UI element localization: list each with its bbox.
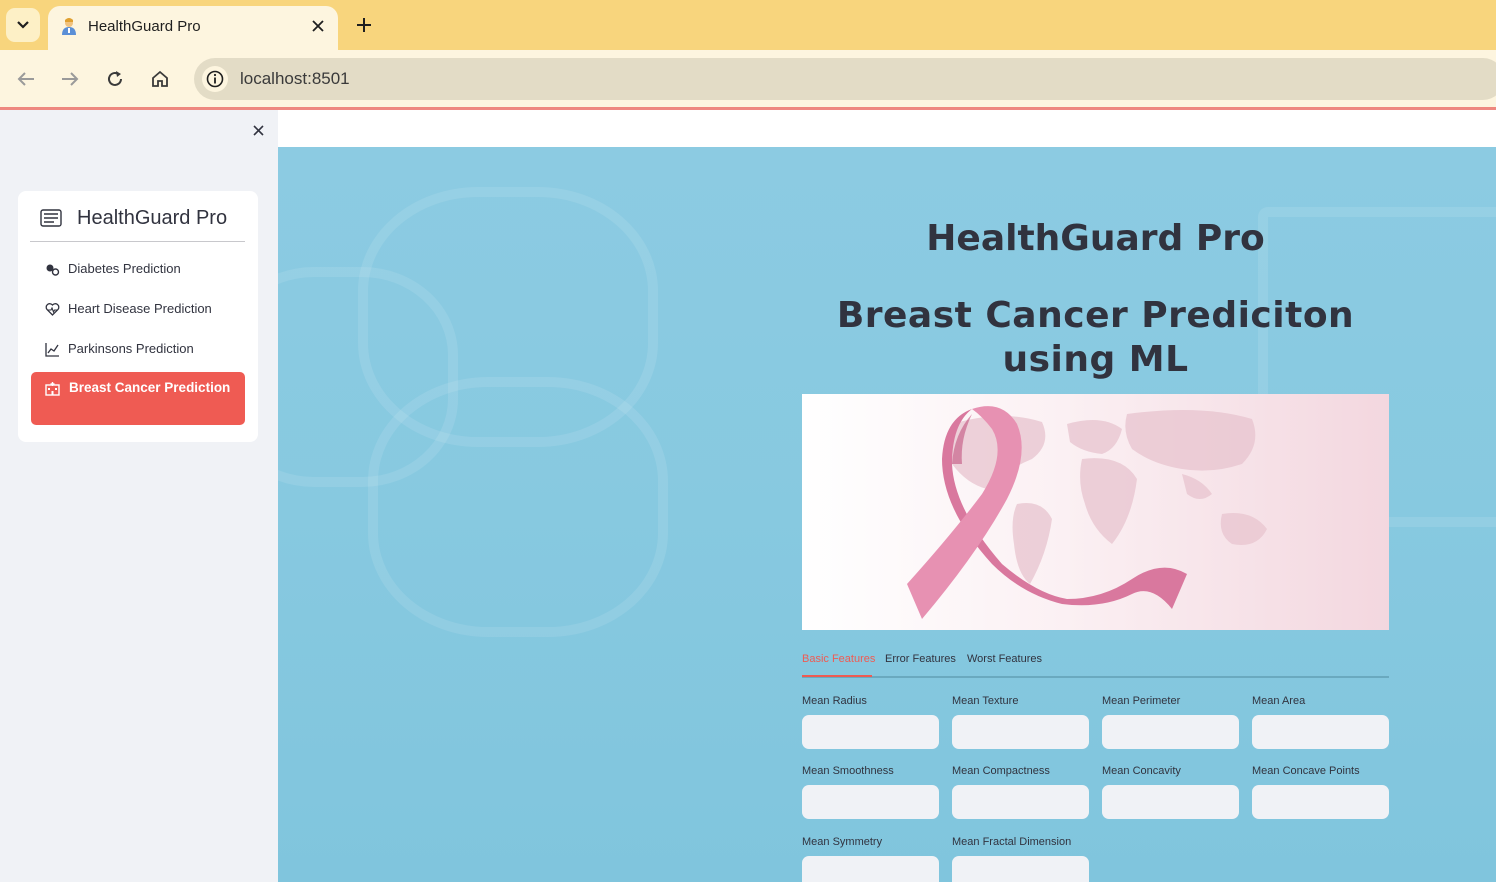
mean-concavity-input[interactable]: [1102, 785, 1239, 819]
graph-up-icon: [45, 343, 59, 357]
site-info-button[interactable]: [202, 66, 228, 92]
reload-button[interactable]: [102, 66, 128, 92]
sidebar-item-label: Breast Cancer Prediction: [69, 380, 231, 395]
close-icon: [252, 124, 264, 136]
doctor-favicon-icon: [62, 18, 76, 35]
activity-icon: [46, 264, 60, 276]
address-bar[interactable]: localhost:8501: [194, 58, 1496, 100]
field-label-mean-texture: Mean Texture: [952, 695, 1019, 707]
sidebar-item-heart-disease[interactable]: Heart Disease Prediction: [31, 291, 245, 327]
arrow-left-icon: [17, 72, 34, 86]
back-button[interactable]: [13, 66, 39, 92]
tab-search-button[interactable]: [6, 8, 40, 42]
mean-perimeter-input[interactable]: [1102, 715, 1239, 749]
mean-smoothness-input[interactable]: [802, 785, 939, 819]
sidebar-item-label: Heart Disease Prediction: [68, 301, 212, 316]
sidebar-item-diabetes[interactable]: Diabetes Prediction: [31, 251, 245, 287]
pink-ribbon-world-map-illustration: [907, 406, 1267, 619]
sidebar-item-breast-cancer[interactable]: Breast Cancer Prediction: [31, 372, 245, 425]
heart-pulse-icon: [45, 303, 60, 316]
mean-concave-points-input[interactable]: [1252, 785, 1389, 819]
sidebar-item-label: Parkinsons Prediction: [68, 341, 194, 356]
mean-compactness-input[interactable]: [952, 785, 1089, 819]
page-subtitle: Breast Cancer Prediciton using ML: [836, 295, 1355, 380]
arrow-right-icon: [62, 72, 79, 86]
mean-area-input[interactable]: [1252, 715, 1389, 749]
plus-icon: [357, 18, 371, 32]
option-menu: HealthGuard Pro Diabetes Prediction Hear…: [18, 191, 258, 442]
sidebar-item-parkinsons[interactable]: Parkinsons Prediction: [31, 331, 245, 367]
home-button[interactable]: [147, 66, 173, 92]
hero-image: [802, 394, 1389, 630]
forward-button[interactable]: [57, 66, 83, 92]
field-label-mean-smoothness: Mean Smoothness: [802, 765, 894, 777]
browser-tab-bar: HealthGuard Pro: [0, 0, 1496, 50]
tab-title: HealthGuard Pro: [88, 18, 201, 35]
url-text: localhost:8501: [240, 69, 350, 88]
field-label-mean-perimeter: Mean Perimeter: [1102, 695, 1181, 707]
tab-error-features[interactable]: Error Features: [885, 653, 956, 665]
chevron-down-icon: [17, 21, 29, 29]
tab-basic-features[interactable]: Basic Features: [802, 653, 875, 665]
info-icon: [206, 70, 224, 88]
close-icon: [312, 20, 324, 32]
field-label-mean-symmetry: Mean Symmetry: [802, 836, 883, 848]
mean-symmetry-input[interactable]: [802, 856, 939, 882]
sidebar-close-button[interactable]: [248, 120, 268, 140]
feature-tabs: Basic Features Error Features Worst Feat…: [802, 648, 1389, 678]
mean-texture-input[interactable]: [952, 715, 1089, 749]
field-label-mean-concavity: Mean Concavity: [1102, 765, 1181, 777]
background-hexagon: [278, 267, 458, 487]
sidebar: HealthGuard Pro Diabetes Prediction Hear…: [0, 110, 278, 882]
active-tab-indicator: [802, 675, 872, 677]
new-tab-button[interactable]: [352, 13, 376, 37]
mean-radius-input[interactable]: [802, 715, 939, 749]
field-label-mean-fractal-dimension: Mean Fractal Dimension: [952, 836, 1072, 848]
field-label-mean-concave-points: Mean Concave Points: [1252, 765, 1360, 777]
sidebar-item-label: Diabetes Prediction: [68, 261, 181, 276]
mean-fractal-dimension-input[interactable]: [952, 856, 1089, 882]
tab-close-button[interactable]: [308, 16, 328, 36]
menu-list-icon: [40, 209, 62, 227]
field-label-mean-radius: Mean Radius: [802, 695, 867, 707]
field-label-mean-compactness: Mean Compactness: [952, 765, 1050, 777]
browser-toolbar: localhost:8501: [0, 50, 1496, 108]
page-title: HealthGuard Pro: [926, 218, 1265, 259]
menu-title: HealthGuard Pro: [77, 207, 228, 229]
menu-header: HealthGuard Pro: [30, 191, 245, 242]
home-icon: [152, 70, 168, 87]
main-header-strip: [278, 110, 1496, 147]
tab-worst-features[interactable]: Worst Features: [967, 653, 1042, 665]
browser-tab[interactable]: HealthGuard Pro: [48, 6, 338, 50]
field-label-mean-area: Mean Area: [1252, 695, 1306, 707]
reload-icon: [108, 71, 122, 86]
